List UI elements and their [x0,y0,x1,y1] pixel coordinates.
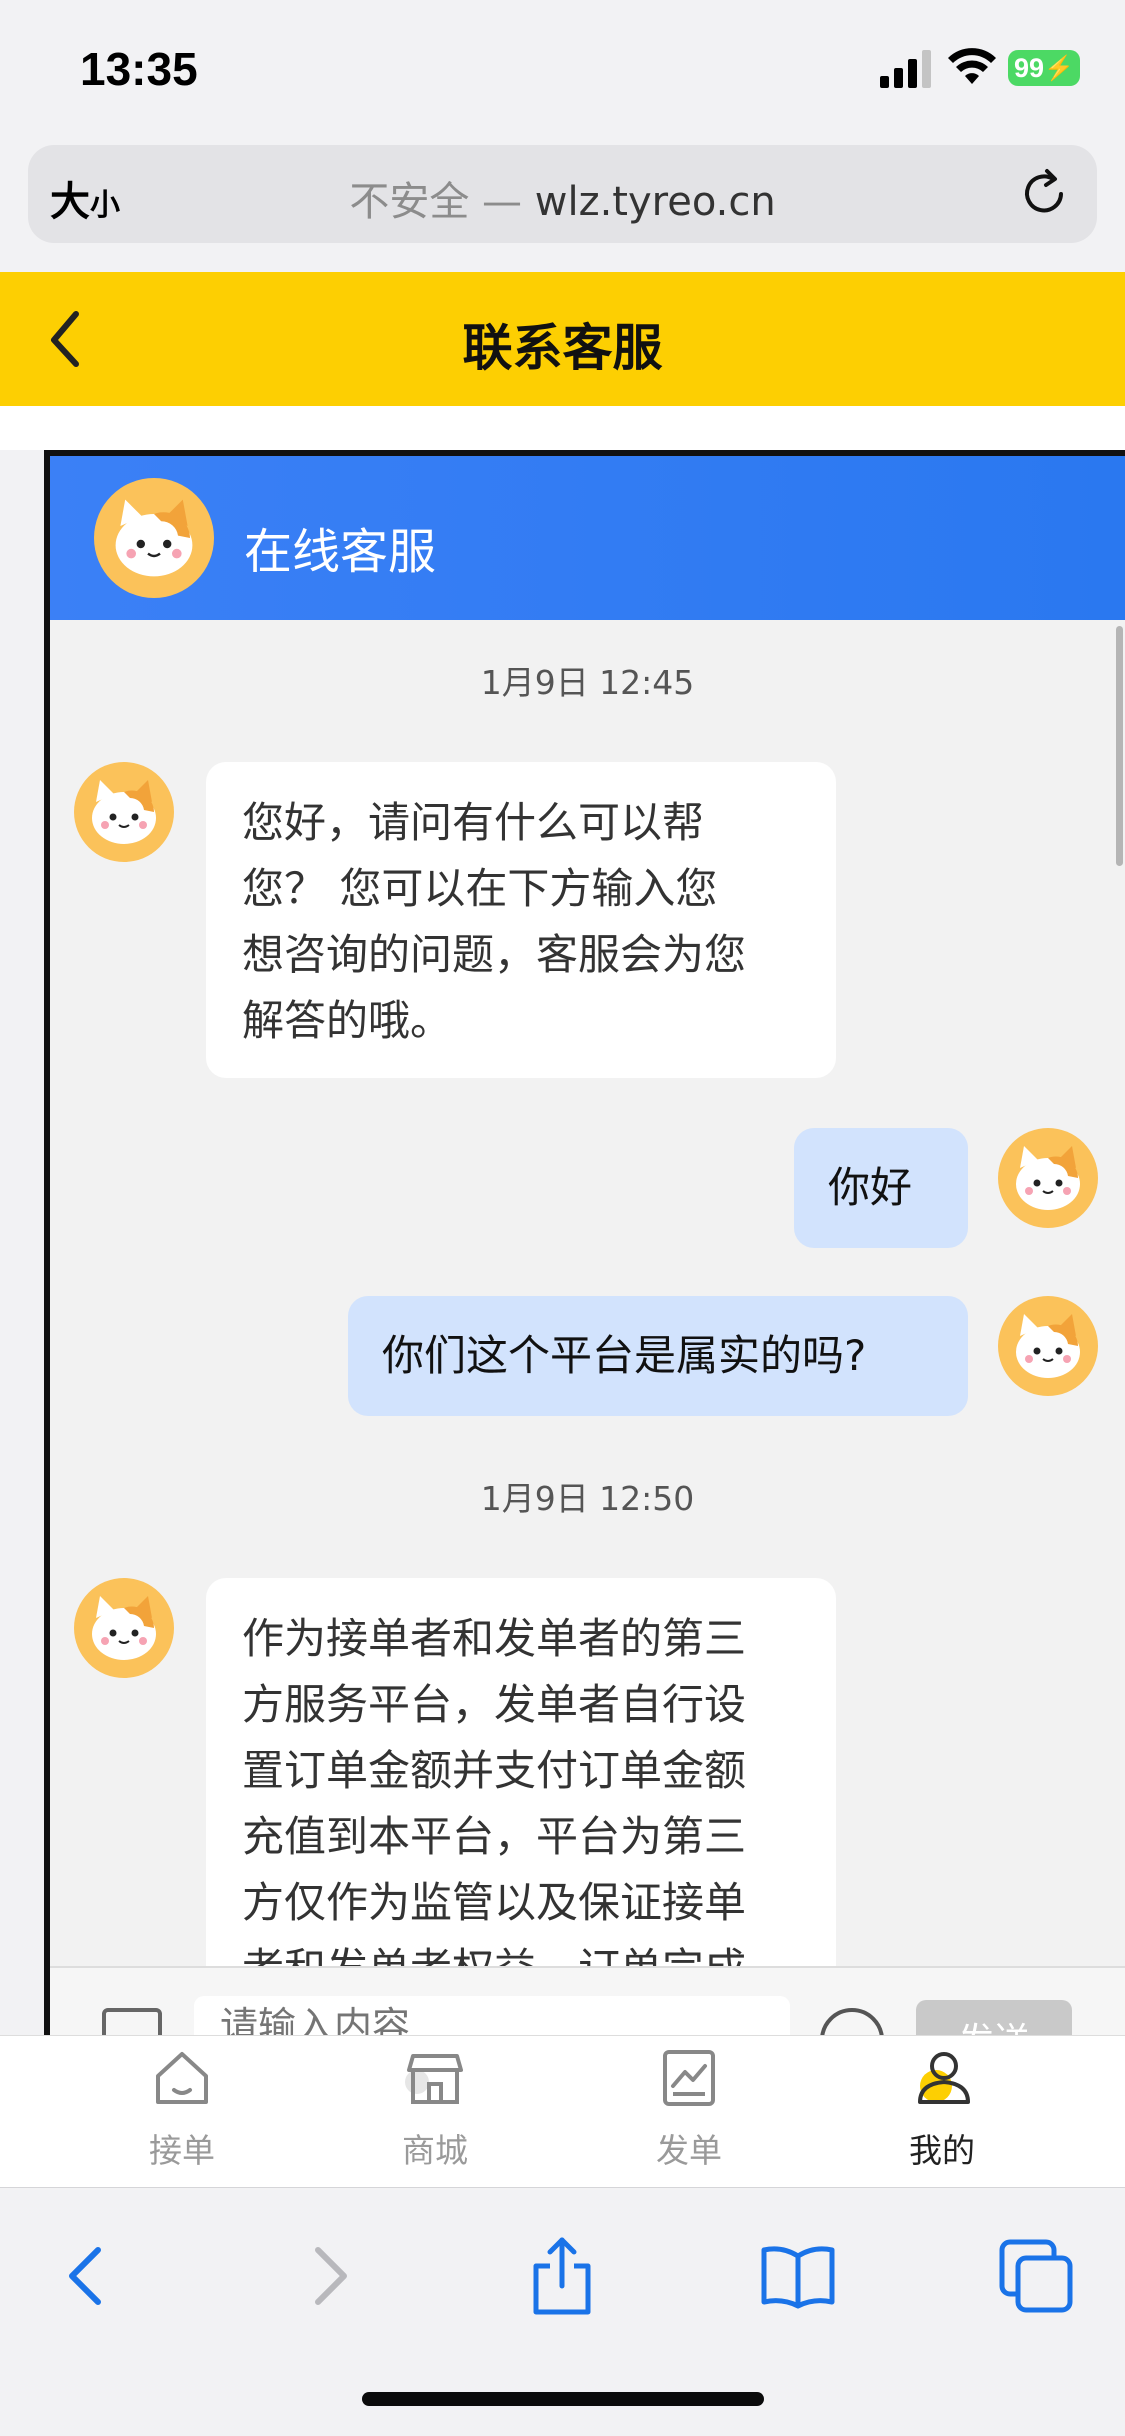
scrollbar[interactable] [1116,626,1123,866]
message-line: 解答的哦。 [242,996,453,1045]
support-avatar [74,1578,174,1678]
tab-label: 发单 [656,2131,722,2170]
tab-receive-orders[interactable]: 接单 [82,2046,282,2186]
tab-mine[interactable]: 我的 [842,2046,1042,2186]
chart-icon [663,2050,715,2106]
cellular-signal-icon [880,50,931,88]
message-line: 置订单金额并支付订单金额 [242,1746,747,1795]
url-display[interactable]: 不安全 — wlz.tyreo.cn [28,169,1097,227]
chat-header: 在线客服 [50,456,1125,620]
cat-icon [92,780,156,844]
cat-icon [92,1596,156,1660]
status-bar: 13:35 99 ⚡ [0,0,1125,140]
message-line: 充值到本平台，平台为第三 [242,1812,747,1861]
battery-level: 99 [1014,52,1045,83]
cat-icon [1016,1146,1080,1210]
address-bar[interactable]: 大小 不安全 — wlz.tyreo.cn [28,145,1097,243]
cat-icon [115,499,193,577]
message-timestamp: 1月9日 12:45 [480,663,695,702]
chat-window: 在线客服 1月9日 12:45 您好，请问有什么可以帮 您？ 您可以在下方输入您… [44,450,1125,2035]
clock: 13:35 [80,43,198,95]
message-line: 您好，请问有什么可以帮 [242,798,705,847]
message-input[interactable] [194,1996,790,2035]
user-avatar [998,1128,1098,1228]
home-icon [156,2052,208,2104]
outgoing-message: 你好 [794,1128,968,1248]
support-avatar [74,762,174,862]
message-line: 想咨询的问题，客服会为您 [242,930,747,979]
message-line: 方服务平台，发单者自行设 [242,1680,747,1729]
battery-indicator: 99 ⚡ [1008,50,1080,86]
home-indicator [362,2392,764,2406]
share-icon[interactable] [522,2236,602,2316]
tab-post-order[interactable]: 发单 [589,2046,789,2186]
message-line: 您？ 您可以在下方输入您 [242,864,718,913]
emoji-icon[interactable] [820,2008,884,2035]
page-header: 联系客服 [0,272,1125,406]
browser-back-icon[interactable] [46,2236,126,2316]
cat-icon [1016,1314,1080,1378]
user-avatar [998,1296,1098,1396]
chat-title: 在线客服 [244,524,437,580]
tabs-icon[interactable] [996,2236,1076,2316]
insecure-label: 不安全 — [349,179,523,225]
message-composer: 发送 [50,1966,1125,2035]
reload-icon[interactable] [1017,167,1071,221]
tab-label: 我的 [909,2131,975,2170]
message-line: 方仅作为监管以及保证接单 [242,1878,747,1927]
message-timestamp: 1月9日 12:50 [480,1479,695,1518]
shop-icon [405,2054,463,2104]
incoming-message: 您好，请问有什么可以帮 您？ 您可以在下方输入您 想咨询的问题，客服会为您 解答… [206,762,836,1078]
wifi-icon [948,48,996,84]
support-avatar [94,478,214,598]
bookmarks-icon[interactable] [758,2236,838,2316]
charging-icon: ⚡ [1044,54,1074,82]
tab-label: 接单 [149,2131,215,2170]
tab-label: 商城 [402,2131,468,2170]
message-text: 你好 [828,1163,913,1212]
message-text: 你们这个平台是属实的吗? [382,1331,867,1380]
spacer [0,406,1125,450]
send-button[interactable]: 发送 [916,2000,1072,2035]
tab-shop[interactable]: 商城 [335,2046,535,2186]
domain-text: wlz.tyreo.cn [534,179,776,225]
message-line: 作为接单者和发单者的第三 [242,1614,747,1663]
page-title: 联系客服 [462,319,663,377]
user-icon [918,2052,970,2104]
outgoing-message: 你们这个平台是属实的吗? [348,1296,968,1416]
image-upload-icon[interactable] [102,2008,162,2035]
browser-forward-icon[interactable] [290,2236,370,2316]
app-tab-bar: 接单 商城 发单 我的 [0,2035,1125,2187]
